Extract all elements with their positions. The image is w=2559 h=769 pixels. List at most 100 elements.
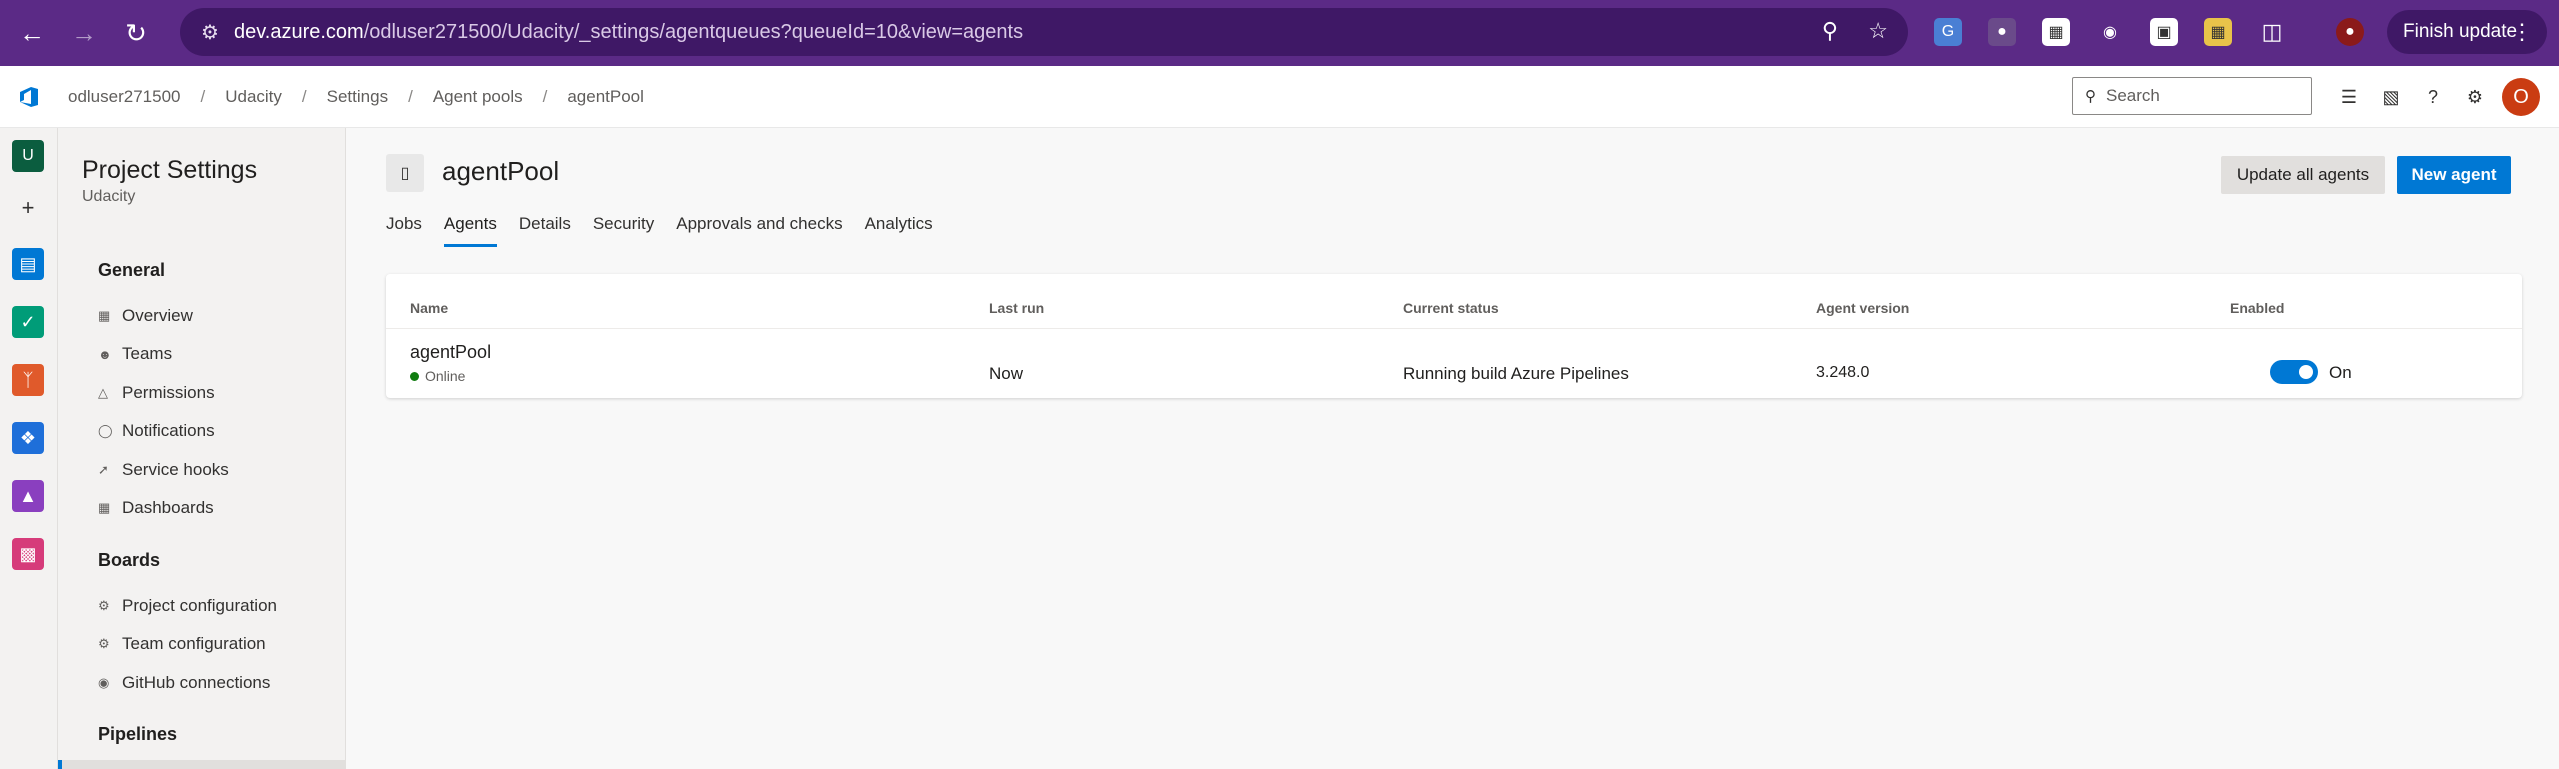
- breadcrumb-project[interactable]: Udacity: [215, 87, 292, 107]
- more-vert-icon[interactable]: ⋮: [2511, 19, 2533, 45]
- column-header-enabled[interactable]: Enabled: [2230, 300, 2284, 316]
- column-header-current-status[interactable]: Current status: [1403, 300, 1499, 316]
- avatar[interactable]: O: [2502, 78, 2540, 116]
- nav-item-label: Teams: [122, 344, 173, 363]
- nav-item-label: Team configuration: [122, 634, 266, 653]
- nav-item-label: Notifications: [122, 421, 215, 440]
- page-title: agentPool: [442, 156, 560, 186]
- nav-item-label: Permissions: [122, 383, 215, 402]
- breadcrumb: odluser271500 / Udacity / Settings / Age…: [58, 87, 654, 107]
- nav-group-boards[interactable]: Boards: [98, 550, 160, 571]
- translate-extension-icon[interactable]: G: [1934, 18, 1962, 46]
- search-icon: ⚲: [2085, 88, 2096, 105]
- agent-version-cell: 3.248.0: [1816, 364, 1870, 381]
- notification-icon: ◯: [98, 423, 113, 438]
- nav-item-teams[interactable]: ☻ Teams: [98, 344, 172, 364]
- qr-code-icon[interactable]: ▦: [2042, 18, 2070, 46]
- url-domain: dev.azure.com: [234, 20, 364, 43]
- nav-item-service-hooks[interactable]: ➚ Service hooks: [98, 460, 229, 480]
- hook-icon: ➚: [98, 462, 109, 477]
- forward-arrow-icon[interactable]: →: [64, 13, 104, 53]
- nav-group-general[interactable]: General: [98, 260, 165, 281]
- breadcrumb-agent-pools[interactable]: Agent pools: [423, 87, 533, 107]
- project-avatar[interactable]: U: [12, 140, 44, 172]
- tab-analytics[interactable]: Analytics: [865, 214, 933, 247]
- extension-icon[interactable]: ●: [1988, 18, 2016, 46]
- finish-update-label: Finish update: [2403, 21, 2518, 42]
- breadcrumb-separator: /: [542, 86, 548, 106]
- team-config-icon: ⚙: [98, 636, 110, 651]
- enabled-toggle[interactable]: [2270, 360, 2318, 384]
- column-header-last-run[interactable]: Last run: [989, 300, 1044, 316]
- tab-details[interactable]: Details: [519, 214, 571, 247]
- zoom-icon[interactable]: ⚲: [1822, 18, 1838, 44]
- marketplace-bag-icon[interactable]: ▧: [2378, 84, 2404, 110]
- nav-item-label: Dashboards: [122, 498, 214, 517]
- agent-status-text: Online: [425, 368, 466, 384]
- test-plans-icon[interactable]: ▲: [12, 480, 44, 512]
- add-icon[interactable]: +: [12, 192, 44, 224]
- reload-icon[interactable]: ↻: [116, 13, 156, 53]
- column-header-agent-version[interactable]: Agent version: [1816, 300, 1909, 316]
- nav-item-notifications[interactable]: ◯ Notifications: [98, 421, 215, 441]
- github-icon: ◉: [98, 675, 110, 690]
- teams-icon: ☻: [98, 346, 112, 362]
- boards-icon[interactable]: ✓: [12, 306, 44, 338]
- main-content: ▯ agentPool Update all agents New agent …: [346, 128, 2559, 769]
- back-arrow-icon[interactable]: ←: [12, 13, 52, 53]
- nav-item-team-configuration[interactable]: ⚙ Team configuration: [98, 634, 266, 654]
- overview-icon[interactable]: ▤: [12, 248, 44, 280]
- profile-avatar-icon[interactable]: ●: [2336, 18, 2364, 46]
- new-agent-button[interactable]: New agent: [2397, 156, 2511, 194]
- online-status-dot-icon: [410, 371, 419, 381]
- nav-item-github-connections[interactable]: ◉ GitHub connections: [98, 673, 270, 693]
- nav-item-overview[interactable]: ▦ Overview: [98, 306, 193, 326]
- url-path: /odluser271500/Udacity/_settings/agentqu…: [363, 20, 1024, 43]
- work-items-icon[interactable]: ☰: [2336, 84, 2362, 110]
- tab-approvals-and-checks[interactable]: Approvals and checks: [676, 214, 842, 247]
- tab-jobs[interactable]: Jobs: [386, 214, 422, 247]
- nav-item-permissions[interactable]: △ Permissions: [98, 383, 215, 403]
- nav-item-dashboards[interactable]: ▦ Dashboards: [98, 498, 214, 518]
- current-status-cell[interactable]: Running build Azure Pipelines: [1403, 364, 1629, 384]
- pool-tabs: Jobs Agents Details Security Approvals a…: [386, 214, 955, 247]
- artifacts-icon[interactable]: ▩: [12, 538, 44, 570]
- sidebar-panel-icon[interactable]: ▣: [2150, 18, 2178, 46]
- nav-group-pipelines[interactable]: Pipelines: [98, 724, 177, 745]
- column-header-name[interactable]: Name: [410, 300, 448, 316]
- breadcrumb-organization[interactable]: odluser271500: [58, 87, 190, 107]
- search-input[interactable]: ⚲ Search: [2072, 77, 2312, 115]
- bookmark-star-icon[interactable]: ☆: [1868, 18, 1888, 44]
- breadcrumb-settings[interactable]: Settings: [317, 87, 398, 107]
- browser-toolbar: ← → ↻ ⚙ dev.azure.com/odluser271500/Udac…: [0, 0, 2559, 66]
- update-all-agents-button[interactable]: Update all agents: [2221, 156, 2385, 194]
- breadcrumb-agent-pool[interactable]: agentPool: [557, 87, 654, 107]
- tab-agents[interactable]: Agents: [443, 214, 497, 247]
- address-bar[interactable]: ⚙ dev.azure.com/odluser271500/Udacity/_s…: [180, 8, 1908, 56]
- puzzle-extensions-icon[interactable]: ◫: [2258, 18, 2286, 46]
- help-icon[interactable]: ?: [2420, 84, 2446, 110]
- extension-window-icon[interactable]: ▦: [2204, 18, 2232, 46]
- url-text[interactable]: dev.azure.com/odluser271500/Udacity/_set…: [234, 21, 1023, 44]
- settings-sidebar: Project Settings Udacity General ▦ Overvi…: [58, 128, 346, 769]
- agent-name[interactable]: agentPool: [410, 342, 491, 363]
- azure-devops-header: odluser271500 / Udacity / Settings / Age…: [0, 66, 2559, 128]
- breadcrumb-separator: /: [200, 86, 206, 106]
- site-info-icon[interactable]: ⚙: [190, 20, 230, 45]
- table-divider: [386, 328, 2522, 329]
- extension-globe-icon[interactable]: ◉: [2096, 18, 2124, 46]
- settings-subtitle: Udacity: [82, 188, 136, 205]
- lock-icon: △: [98, 385, 108, 400]
- nav-item-label: Overview: [122, 306, 193, 325]
- toggle-knob: [2299, 365, 2313, 379]
- agents-table: Name Last run Current status Agent versi…: [386, 274, 2522, 398]
- finish-update-button[interactable]: Finish update ⋮: [2387, 10, 2547, 54]
- search-placeholder: Search: [2106, 86, 2160, 105]
- repos-icon[interactable]: ᛉ: [12, 364, 44, 396]
- azure-devops-logo-icon[interactable]: [0, 66, 58, 128]
- pipelines-icon[interactable]: ❖: [12, 422, 44, 454]
- user-settings-icon[interactable]: ⚙: [2462, 84, 2488, 110]
- tab-security[interactable]: Security: [593, 214, 654, 247]
- nav-item-project-configuration[interactable]: ⚙ Project configuration: [98, 596, 277, 616]
- nav-item-label: Project configuration: [122, 596, 277, 615]
